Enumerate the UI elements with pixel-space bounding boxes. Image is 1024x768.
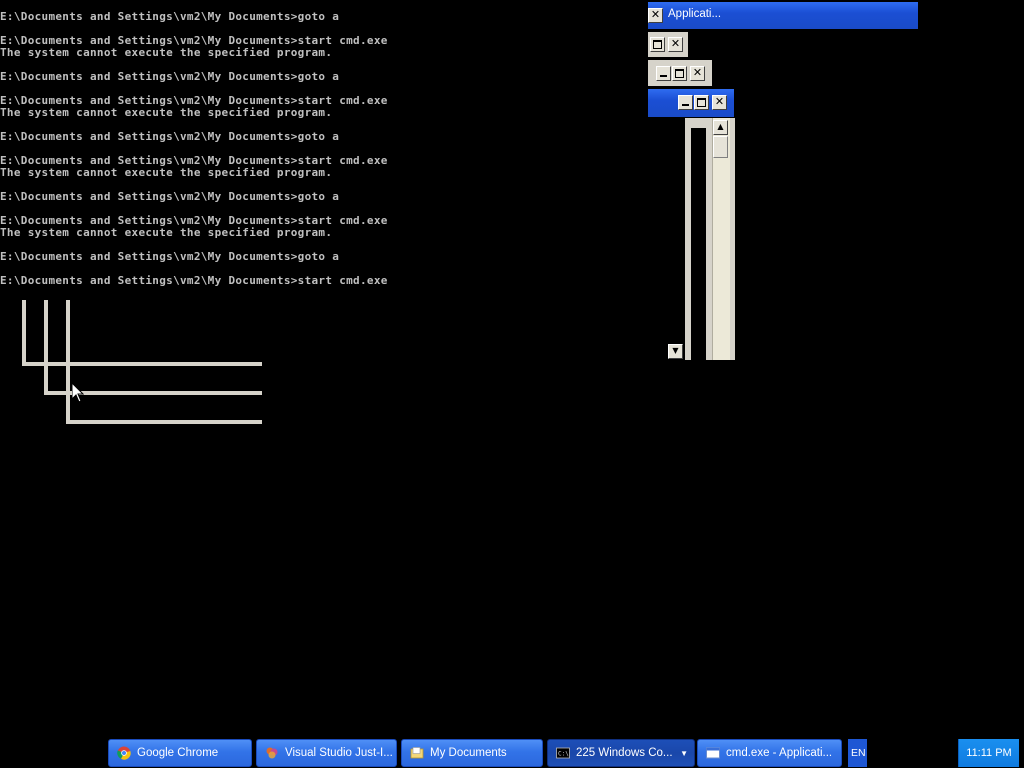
svg-text:C:\: C:\ <box>558 751 569 758</box>
taskbar-item-cmd-application[interactable]: cmd.exe - Applicati... <box>697 739 842 767</box>
maximize-icon[interactable] <box>672 66 687 81</box>
console-line: E:\Documents and Settings\vm2\My Documen… <box>0 71 340 83</box>
scroll-up-icon[interactable]: ▲ <box>713 120 728 135</box>
console-line: E:\Documents and Settings\vm2\My Documen… <box>0 11 340 23</box>
cmd-icon: C:\ <box>556 747 570 759</box>
console-line: E:\Documents and Settings\vm2\My Documen… <box>0 131 340 143</box>
maximize-icon[interactable] <box>650 37 665 52</box>
window-edge <box>22 300 26 366</box>
window-icon <box>706 747 720 759</box>
console-line: E:\Documents and Settings\vm2\My Documen… <box>0 95 388 107</box>
chevron-down-icon[interactable]: ▼ <box>680 749 688 758</box>
window-edge <box>66 300 70 424</box>
minimize-icon[interactable] <box>656 66 671 81</box>
console-line: The system cannot execute the specified … <box>0 47 333 59</box>
folder-icon <box>410 747 424 759</box>
chrome-icon <box>117 746 131 760</box>
console-line: E:\Documents and Settings\vm2\My Documen… <box>0 155 388 167</box>
scroll-thumb[interactable] <box>713 136 728 158</box>
window-edge <box>66 420 262 424</box>
taskbar-item-chrome[interactable]: Google Chrome <box>108 739 252 767</box>
console-output: E:\Documents and Settings\vm2\My Documen… <box>0 11 640 287</box>
console-line: E:\Documents and Settings\vm2\My Documen… <box>0 251 340 263</box>
language-indicator[interactable]: EN <box>848 739 867 767</box>
window-edge <box>44 300 48 395</box>
window-title: Applicati... <box>668 8 722 20</box>
console-line: E:\Documents and Settings\vm2\My Documen… <box>0 35 388 47</box>
window-edge <box>22 362 262 366</box>
window-edge <box>691 118 706 128</box>
taskbar-item-my-documents[interactable]: My Documents <box>401 739 543 767</box>
console-line: E:\Documents and Settings\vm2\My Documen… <box>0 275 388 287</box>
scroll-down-icon[interactable]: ▼ <box>668 344 683 359</box>
window-edge <box>685 118 691 360</box>
taskbar-item-visual-studio[interactable]: Visual Studio Just-I... <box>256 739 397 767</box>
clock: 11:11 PM <box>958 739 1019 767</box>
taskbar-item-windows-command-group[interactable]: C:\ 225 Windows Co... ▼ <box>547 739 695 767</box>
minimize-icon[interactable] <box>678 95 693 110</box>
close-icon[interactable]: ✕ <box>712 95 727 110</box>
taskbar: Google Chrome Visual Studio Just-I... My… <box>0 738 1024 768</box>
console-line: E:\Documents and Settings\vm2\My Documen… <box>0 215 388 227</box>
maximize-icon[interactable] <box>694 95 709 110</box>
close-icon[interactable]: ✕ <box>690 66 705 81</box>
console-line: E:\Documents and Settings\vm2\My Documen… <box>0 191 340 203</box>
close-icon[interactable]: ✕ <box>668 37 683 52</box>
console-line: The system cannot execute the specified … <box>0 107 333 119</box>
visual-studio-icon <box>266 747 278 759</box>
mouse-cursor-icon <box>72 383 84 403</box>
console-line: The system cannot execute the specified … <box>0 167 333 179</box>
close-icon[interactable]: ✕ <box>648 8 663 23</box>
console-line: The system cannot execute the specified … <box>0 227 333 239</box>
